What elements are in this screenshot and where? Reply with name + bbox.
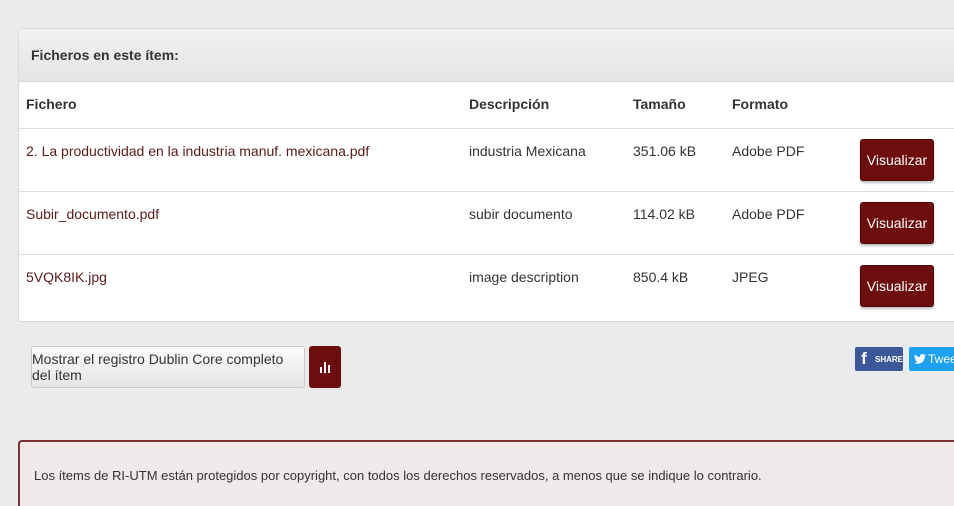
bar-chart-icon [320,362,330,373]
tweet-label: Tweet [928,352,954,366]
twitter-icon [914,354,926,364]
column-header-format: Formato [732,96,788,112]
statistics-button[interactable] [309,346,341,388]
facebook-share-button[interactable]: f SHARE [855,347,903,371]
file-size: 114.02 kB [633,206,696,222]
tweet-button[interactable]: Tweet [909,347,954,371]
column-header-file: Fichero [26,96,77,112]
file-format: JPEG [732,269,769,285]
table-row: Subir_documento.pdf subir documento 114.… [19,192,954,255]
files-panel: Ficheros en este ítem: Fichero Descripci… [18,28,954,322]
file-description: image description [469,269,579,285]
file-link[interactable]: 2. La productividad en la industria manu… [26,143,369,159]
copyright-notice-text: Los ítems de RI-UTM están protegidos por… [34,468,762,483]
table-row: 2. La productividad en la industria manu… [19,129,954,192]
view-button[interactable]: Visualizar [860,139,934,181]
file-link[interactable]: 5VQK8IK.jpg [26,269,107,285]
table-row: 5VQK8IK.jpg image description 850.4 kB J… [19,255,954,318]
file-size: 351.06 kB [633,143,697,159]
facebook-share-label: SHARE [874,354,903,364]
view-button[interactable]: Visualizar [860,202,934,244]
file-description: industria Mexicana [469,143,586,159]
copyright-notice: Los ítems de RI-UTM están protegidos por… [18,440,954,506]
view-button[interactable]: Visualizar [860,265,934,307]
file-format: Adobe PDF [732,206,805,222]
file-size: 850.4 kB [633,269,689,285]
facebook-icon: f [861,349,867,368]
dublin-core-button[interactable]: Mostrar el registro Dublin Core completo… [31,346,305,388]
column-header-size: Tamaño [633,96,686,112]
file-link[interactable]: Subir_documento.pdf [26,206,159,222]
files-panel-heading: Ficheros en este ítem: [19,29,954,82]
column-header-description: Descripción [469,96,550,112]
file-description: subir documento [469,206,573,222]
file-format: Adobe PDF [732,143,805,159]
files-table-header: Fichero Descripción Tamaño Formato [19,82,954,129]
